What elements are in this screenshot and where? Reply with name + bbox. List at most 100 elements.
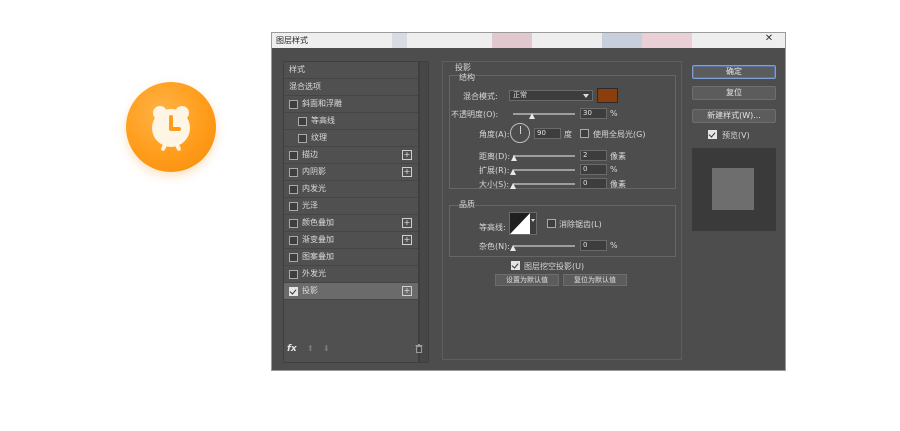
structure-title: 结构	[459, 73, 475, 82]
style-item[interactable]: 混合选项	[284, 79, 418, 96]
noise-slider-knob[interactable]	[510, 245, 516, 251]
opacity-slider-knob[interactable]	[528, 113, 535, 119]
spread-slider-knob[interactable]	[510, 169, 516, 175]
style-item[interactable]: 内发光	[284, 181, 418, 198]
style-item-label: 光泽	[302, 201, 318, 210]
styles-header-label: 样式	[289, 65, 305, 74]
style-item-label: 内阴影	[302, 167, 326, 176]
knockout-checkbox[interactable]	[511, 261, 520, 270]
opacity-slider[interactable]	[513, 113, 575, 115]
size-input[interactable]: 0	[580, 178, 607, 189]
shadow-color-swatch[interactable]	[597, 88, 618, 103]
style-item-checkbox[interactable]	[298, 134, 307, 143]
style-item[interactable]: 内阴影 +	[284, 164, 418, 181]
style-item-checkbox[interactable]	[298, 117, 307, 126]
new-style-button[interactable]: 新建样式(W)...	[692, 109, 776, 123]
angle-dial[interactable]	[510, 123, 530, 143]
styles-footer: fx ⬆ ⬇	[287, 344, 423, 358]
style-item-checkbox[interactable]	[289, 287, 298, 296]
styles-list: 样式 混合选项斜面和浮雕等高线纹理描边 + 内阴影 + 内发光光泽颜色叠加 + 渐变叠加 + 图…	[283, 61, 419, 363]
add-effect-icon[interactable]: +	[402, 150, 412, 160]
style-item[interactable]: 描边 +	[284, 147, 418, 164]
contour-linear-icon	[510, 213, 530, 234]
dialog-title: 图层样式	[276, 36, 308, 45]
styles-header[interactable]: 样式	[284, 62, 418, 79]
move-up-icon[interactable]: ⬆	[307, 344, 314, 353]
trash-icon[interactable]	[415, 344, 423, 355]
alarm-clock-glyph	[152, 106, 190, 151]
distance-slider[interactable]	[513, 155, 575, 157]
style-item-label: 等高线	[311, 116, 335, 125]
style-item-label: 斜面和浮雕	[302, 99, 342, 108]
fx-button[interactable]: fx	[287, 344, 297, 354]
distance-label: 距离(D):	[479, 152, 511, 161]
style-item-checkbox[interactable]	[289, 219, 298, 228]
title-bar: 图层样式 ✕	[272, 33, 785, 48]
preview-thumbnail	[712, 168, 754, 210]
style-item[interactable]: 颜色叠加 +	[284, 215, 418, 232]
style-item-label: 内发光	[302, 184, 326, 193]
style-item[interactable]: 斜面和浮雕	[284, 96, 418, 113]
opacity-input[interactable]: 30	[580, 108, 607, 119]
ok-button[interactable]: 确定	[692, 65, 776, 79]
style-item-label: 图案叠加	[302, 252, 334, 261]
style-item-label: 纹理	[311, 133, 327, 142]
anti-alias-checkbox[interactable]	[547, 219, 556, 228]
noise-label: 杂色(N):	[479, 242, 510, 251]
opacity-unit: %	[610, 109, 618, 118]
style-item[interactable]: 图案叠加	[284, 249, 418, 266]
style-item-label: 外发光	[302, 269, 326, 278]
style-item-checkbox[interactable]	[289, 202, 298, 211]
styles-scrollbar[interactable]	[419, 61, 429, 363]
close-button[interactable]: ✕	[759, 33, 779, 45]
style-item-checkbox[interactable]	[289, 236, 298, 245]
add-effect-icon[interactable]: +	[402, 235, 412, 245]
contour-chevron-icon[interactable]	[531, 219, 535, 222]
global-light-checkbox[interactable]	[580, 129, 589, 138]
style-item-checkbox[interactable]	[289, 168, 298, 177]
layer-style-dialog: 图层样式 ✕ 样式 混合选项斜面和浮雕等高线纹理描边 + 内阴影 + 内发光光泽颜色叠加…	[271, 32, 786, 371]
style-item[interactable]: 纹理	[284, 130, 418, 147]
style-item-label: 渐变叠加	[302, 235, 334, 244]
opacity-label: 不透明度(O):	[451, 110, 499, 119]
distance-input[interactable]: 2	[580, 150, 607, 161]
style-item[interactable]: 渐变叠加 +	[284, 232, 418, 249]
make-default-button[interactable]: 设置为默认值	[495, 274, 559, 286]
style-item-checkbox[interactable]	[289, 253, 298, 262]
drop-shadow-panel: 投影 结构 混合模式: 正常 不透明度(O): 30 % 角度(A): 90 度…	[442, 61, 682, 360]
spread-slider[interactable]	[513, 169, 575, 171]
blend-mode-select[interactable]: 正常	[509, 90, 593, 101]
angle-input[interactable]: 90	[534, 128, 561, 139]
contour-picker[interactable]	[509, 212, 537, 235]
move-down-icon[interactable]: ⬇	[323, 344, 330, 353]
size-slider[interactable]	[513, 183, 575, 185]
style-item[interactable]: 外发光	[284, 266, 418, 283]
alarm-clock-icon	[126, 82, 216, 172]
blend-mode-label: 混合模式:	[463, 92, 498, 101]
preview-checkbox[interactable]	[708, 130, 717, 139]
style-item-checkbox[interactable]	[289, 270, 298, 279]
spread-label: 扩展(R):	[479, 166, 510, 175]
noise-slider[interactable]	[513, 245, 575, 247]
reset-default-button[interactable]: 复位为默认值	[563, 274, 627, 286]
contour-label: 等高线:	[479, 223, 506, 232]
style-item-label: 投影	[302, 286, 318, 295]
size-slider-knob[interactable]	[510, 183, 516, 189]
style-item[interactable]: 投影 +	[284, 283, 418, 300]
spread-unit: %	[610, 165, 618, 174]
angle-label: 角度(A):	[479, 130, 510, 139]
style-item[interactable]: 等高线	[284, 113, 418, 130]
style-item[interactable]: 光泽	[284, 198, 418, 215]
style-item-checkbox[interactable]	[289, 185, 298, 194]
distance-slider-knob[interactable]	[511, 155, 518, 161]
style-item-checkbox[interactable]	[289, 100, 298, 109]
add-effect-icon[interactable]: +	[402, 286, 412, 296]
distance-unit: 像素	[610, 152, 626, 161]
add-effect-icon[interactable]: +	[402, 218, 412, 228]
spread-input[interactable]: 0	[580, 164, 607, 175]
noise-input[interactable]: 0	[580, 240, 607, 251]
add-effect-icon[interactable]: +	[402, 167, 412, 177]
anti-alias-label: 消除锯齿(L)	[559, 220, 602, 229]
style-item-checkbox[interactable]	[289, 151, 298, 160]
reset-button[interactable]: 复位	[692, 86, 776, 100]
